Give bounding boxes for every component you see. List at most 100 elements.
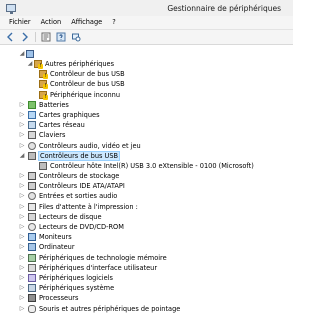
display-adapter-icon [28,110,36,119]
tree-item-label: Processeurs [39,294,79,303]
tree-item-entrees-sorties-audio[interactable]: ▷ Entrées et sorties audio [0,191,293,201]
expand-icon[interactable]: ▷ [19,142,25,149]
disk-drive-icon [28,212,36,221]
audio-io-icon [28,192,36,201]
software-device-icon [28,273,36,282]
properties-icon[interactable] [41,32,51,42]
computer-icon [26,50,34,58]
tree-item-souris[interactable]: ▷ Souris et autres périphériques de poin… [0,304,293,314]
memory-icon [28,253,36,262]
toolbar [0,30,293,45]
expand-icon[interactable]: ▷ [19,132,25,138]
tree-item-label: Contrôleurs de stockage [39,172,120,181]
storage-icon [28,172,36,181]
menu-view[interactable]: Affichage [66,16,107,29]
scan-hardware-icon[interactable] [71,32,81,42]
expand-icon[interactable]: ▷ [19,213,25,220]
toolbar-divider [35,32,36,42]
expand-icon[interactable]: ▷ [19,234,25,240]
expand-icon[interactable]: ▷ [19,305,25,312]
window-title: Gestionnaire de périphériques [167,4,281,13]
tree-item-label: Batteries [39,100,69,109]
tree-item-moniteurs[interactable]: ▷ Moniteurs [0,232,293,242]
warning-device-icon [39,90,48,100]
tree-item-controleur-bus-usb-2[interactable]: Contrôleur de bus USB [0,79,293,90]
tree-item-cartes-graphiques[interactable]: ▷ Cartes graphiques [0,110,293,120]
collapse-icon[interactable]: ◢ [19,152,25,159]
tree-item-processeurs[interactable]: ▷ Processeurs [0,293,293,303]
print-queue-icon [28,202,36,211]
expand-icon[interactable]: ▷ [19,122,25,128]
tree-item-label: Lecteurs de disque [39,212,102,221]
menu-bar: Fichier Action Affichage ? [0,16,293,30]
expand-icon[interactable]: ▷ [19,264,25,271]
tree-item-peripheriques-logiciels[interactable]: ▷ Périphériques logiciels [0,273,293,283]
tree-item-controleurs-stockage[interactable]: ▷ Contrôleurs de stockage [0,171,293,181]
tree-item-controleurs-bus-usb[interactable]: ◢ Contrôleurs de bus USB [0,150,293,161]
tree-item-label: Ordinateur [39,243,75,252]
tree-item-label: Contrôleur de bus USB [50,80,125,89]
tree-item-peripherique-inconnu[interactable]: Périphérique inconnu [0,90,293,100]
tree-item-label: Moniteurs [39,233,72,242]
expand-icon[interactable]: ▷ [19,224,25,230]
tree-item-peripheriques-interface[interactable]: ▷ Périphériques d'interface utilisateur [0,263,293,273]
tree-item-peripheriques-systeme[interactable]: ▷ Périphériques système [0,283,293,293]
tree-item-label: Claviers [39,131,66,140]
device-tree: ◢ ◢ Autres périphériques Contrôleur de b… [0,45,293,314]
help-icon[interactable] [56,32,66,42]
tree-item-label: Périphériques de technologie mémoire [39,253,167,262]
tree-item-label: Contrôleurs audio, vidéo et jeu [39,141,141,150]
menu-file[interactable]: Fichier [4,16,36,29]
tree-item-files-attente-impression[interactable]: ▷ Files d'attente à l'impression : [0,202,293,212]
tree-item-label: Contrôleurs de bus USB [38,150,121,161]
network-adapter-icon [28,121,36,130]
tree-item-label: Entrées et sorties audio [39,192,118,201]
collapse-icon[interactable]: ◢ [27,61,33,67]
expand-icon[interactable]: ▷ [19,274,25,281]
ide-icon [28,182,36,191]
tree-item-label: Périphériques d'interface utilisateur [39,263,158,272]
expand-icon[interactable]: ▷ [19,173,25,179]
expand-icon[interactable]: ▷ [19,285,25,291]
tree-item-label: Contrôleurs IDE ATA/ATAPI [39,182,125,191]
tree-item-peripheriques-memoire[interactable]: ▷ Périphériques de technologie mémoire [0,253,293,263]
system-device-icon [28,284,36,293]
back-icon[interactable] [5,32,15,42]
device-manager-window: Gestionnaire de périphériques Fichier Ac… [0,0,293,325]
expand-icon[interactable]: ▷ [19,101,25,108]
tree-item-label: Périphérique inconnu [50,90,121,99]
tree-item-label: Autres périphériques [45,60,115,68]
tree-item-autres-peripheriques[interactable]: ◢ Autres périphériques [0,59,293,69]
monitor-icon [28,233,36,242]
tree-item-ordinateur[interactable]: ▷ Ordinateur [0,242,293,252]
tree-item-controleur-hote-intel[interactable]: Contrôleur hôte Intel(R) USB 3.0 eXtensi… [0,161,293,171]
expand-icon[interactable]: ▷ [19,295,25,301]
dvd-icon [28,223,36,231]
tree-item-controleur-bus-usb-1[interactable]: Contrôleur de bus USB [0,69,293,80]
forward-icon[interactable] [20,32,30,42]
tree-item-label: Contrôleur de bus USB [50,70,125,79]
tree-item-batteries[interactable]: ▷ Batteries [0,100,293,110]
expand-icon[interactable]: ▷ [19,193,25,199]
tree-item-cartes-reseau[interactable]: ▷ Cartes réseau [0,120,293,130]
tree-item-lecteurs-dvd[interactable]: ▷ Lecteurs de DVD/CD-ROM [0,222,293,232]
expand-icon[interactable]: ▷ [19,203,25,210]
tree-root[interactable]: ◢ [0,49,293,59]
hid-icon [28,263,36,272]
tree-item-claviers[interactable]: ▷ Claviers [0,130,293,140]
warning-device-icon [39,80,48,90]
expand-icon[interactable]: ▷ [19,111,25,118]
expand-icon[interactable]: ▷ [19,183,25,189]
menu-action[interactable]: Action [36,16,67,29]
tree-item-label: Contrôleur hôte Intel(R) USB 3.0 eXtensi… [50,161,254,170]
mouse-icon [28,304,36,313]
expand-icon[interactable]: ▷ [19,254,25,261]
tree-item-lecteurs-disque[interactable]: ▷ Lecteurs de disque [0,212,293,222]
menu-help[interactable]: ? [107,16,121,29]
keyboard-icon [28,131,36,140]
tree-item-controleurs-ide[interactable]: ▷ Contrôleurs IDE ATA/ATAPI [0,181,293,191]
expand-icon[interactable]: ▷ [19,244,25,250]
usb-icon [28,151,36,160]
collapse-icon[interactable]: ◢ [19,51,25,57]
tree-item-controleurs-audio[interactable]: ▷ Contrôleurs audio, vidéo et jeu [0,141,293,151]
